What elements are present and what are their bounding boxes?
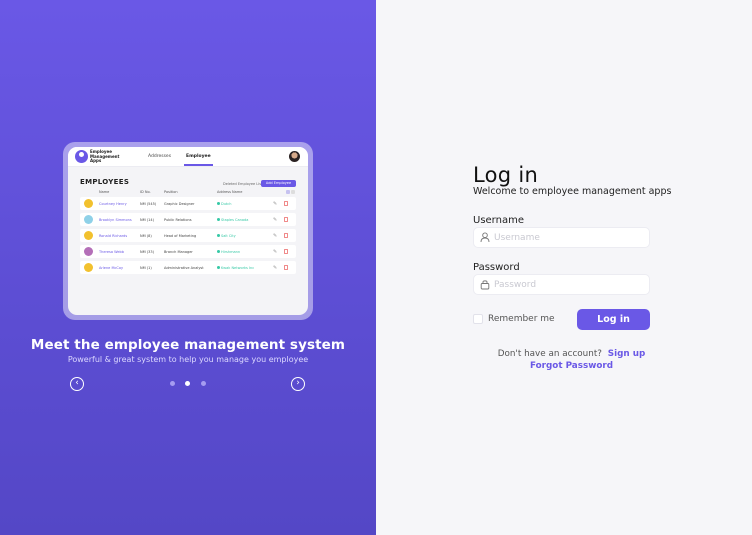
preview-employee-name: Courtney Henry	[99, 201, 127, 206]
preview-employee-name: Ronald Richards	[99, 233, 128, 238]
preview-table-row: Arlene McCoy NM (1) Administrative Analyst…	[80, 261, 296, 274]
edit-icon: ✎	[273, 216, 278, 223]
edit-icon: ✎	[273, 200, 278, 207]
trash-icon	[284, 264, 288, 270]
preview-tab-addresses: Addresses	[148, 154, 172, 159]
preview-employee-id: NM (33)	[140, 249, 154, 254]
showcase-subline: Powerful & great system to help you mana…	[67, 355, 309, 364]
preview-employee-position: Graphic Designer	[164, 201, 195, 206]
username-label: Username	[473, 215, 524, 226]
preview-table-row: Theresa Webb NM (33) Branch Manager Hirshma…	[80, 245, 296, 258]
carousel-next-button[interactable]: ›	[291, 377, 305, 391]
preview-employee-id: NM (1)	[140, 265, 152, 270]
login-subtitle: Welcome to employee management apps	[473, 186, 672, 197]
forgot-password-link[interactable]: Forgot Password	[376, 361, 752, 371]
preview-employee-address: Staples Canada	[217, 218, 248, 222]
preview-deleted-link: Deleted Employee List	[223, 182, 263, 186]
lock-icon	[480, 280, 490, 290]
edit-icon: ✎	[273, 264, 278, 271]
app-preview-frame: Employee Management Apps Addresses Emplo…	[63, 142, 313, 320]
login-button[interactable]: Log in	[577, 309, 650, 330]
no-account-text: Don't have an account?	[497, 349, 602, 359]
edit-icon: ✎	[273, 232, 278, 239]
preview-employee-id: NM (545)	[140, 201, 157, 206]
username-input[interactable]	[494, 228, 644, 247]
preview-employee-name: Arlene McCoy	[99, 265, 124, 270]
app-preview-screen: Employee Management Apps Addresses Emplo…	[68, 147, 308, 315]
preview-employee-position: Public Relations	[164, 217, 192, 222]
chevron-right-icon: ›	[296, 378, 300, 388]
preview-col-id: ID No.	[140, 190, 151, 194]
edit-icon: ✎	[273, 248, 278, 255]
login-panel	[376, 0, 752, 535]
preview-employee-address: Salt City	[217, 234, 236, 238]
preview-employee-avatar	[84, 263, 93, 272]
carousel-dot-2[interactable]	[185, 381, 190, 386]
preview-employee-address: Kwak Networks Inc	[217, 266, 254, 270]
trash-icon	[284, 200, 288, 206]
trash-icon	[284, 216, 288, 222]
password-label: Password	[473, 262, 520, 273]
preview-employee-position: Head of Marketing	[164, 233, 197, 238]
preview-add-button: Add Employee	[261, 180, 296, 187]
preview-user-avatar	[289, 151, 300, 162]
username-field[interactable]	[473, 227, 650, 248]
remember-me[interactable]: Remember me	[473, 313, 555, 325]
showcase-headline: Meet the employee management system	[30, 337, 346, 353]
preview-section-title: EMPLOYEES	[80, 178, 130, 186]
signup-link[interactable]: Sign up	[608, 349, 646, 359]
remember-checkbox[interactable]	[473, 314, 483, 324]
preview-navbar: Employee Management Apps Addresses Emplo…	[68, 147, 308, 167]
preview-employee-avatar	[84, 231, 93, 240]
trash-icon	[284, 248, 288, 254]
carousel-dot-1[interactable]	[170, 381, 175, 386]
preview-col-name: Name	[99, 190, 110, 194]
preview-list-view-icon	[291, 190, 295, 194]
preview-employee-position: Branch Manager	[164, 249, 193, 254]
login-title: Log in	[473, 163, 539, 187]
password-input[interactable]	[494, 275, 644, 294]
preview-col-position: Position	[164, 190, 178, 194]
preview-employee-address: Hirshmann	[217, 250, 240, 254]
preview-employee-name: Theresa Webb	[99, 249, 124, 254]
preview-grid-view-icon	[286, 190, 290, 194]
carousel-prev-button[interactable]: ‹	[70, 377, 84, 391]
preview-employee-avatar	[84, 247, 93, 256]
showcase-panel: Employee Management Apps Addresses Emplo…	[0, 0, 376, 535]
signup-prompt: Don't have an account? Sign up	[376, 349, 752, 359]
carousel-dot-3[interactable]	[201, 381, 206, 386]
preview-table-row: Brooklyn Simmons NM (14) Public Relations S…	[80, 213, 296, 226]
preview-employee-id: NM (8)	[140, 233, 152, 238]
preview-employee-position: Administrative Analyst	[164, 265, 204, 270]
preview-tab-employee: Employee	[184, 154, 213, 166]
preview-app-name: Employee Management Apps	[90, 149, 120, 163]
preview-col-address: Address Name	[217, 190, 243, 194]
preview-employee-name: Brooklyn Simmons	[99, 217, 132, 222]
preview-logo-icon	[75, 150, 88, 163]
preview-employee-avatar	[84, 215, 93, 224]
chevron-left-icon: ‹	[75, 378, 79, 388]
preview-table-row: Courtney Henry NM (545) Graphic Designer Du…	[80, 197, 296, 210]
preview-employee-id: NM (14)	[140, 217, 154, 222]
remember-label: Remember me	[488, 314, 555, 324]
preview-table-row: Ronald Richards NM (8) Head of Marketing Sa…	[80, 229, 296, 242]
preview-employee-address: Dutch	[217, 202, 231, 206]
user-icon	[480, 232, 490, 243]
trash-icon	[284, 232, 288, 238]
preview-employee-avatar	[84, 199, 93, 208]
password-field[interactable]	[473, 274, 650, 295]
